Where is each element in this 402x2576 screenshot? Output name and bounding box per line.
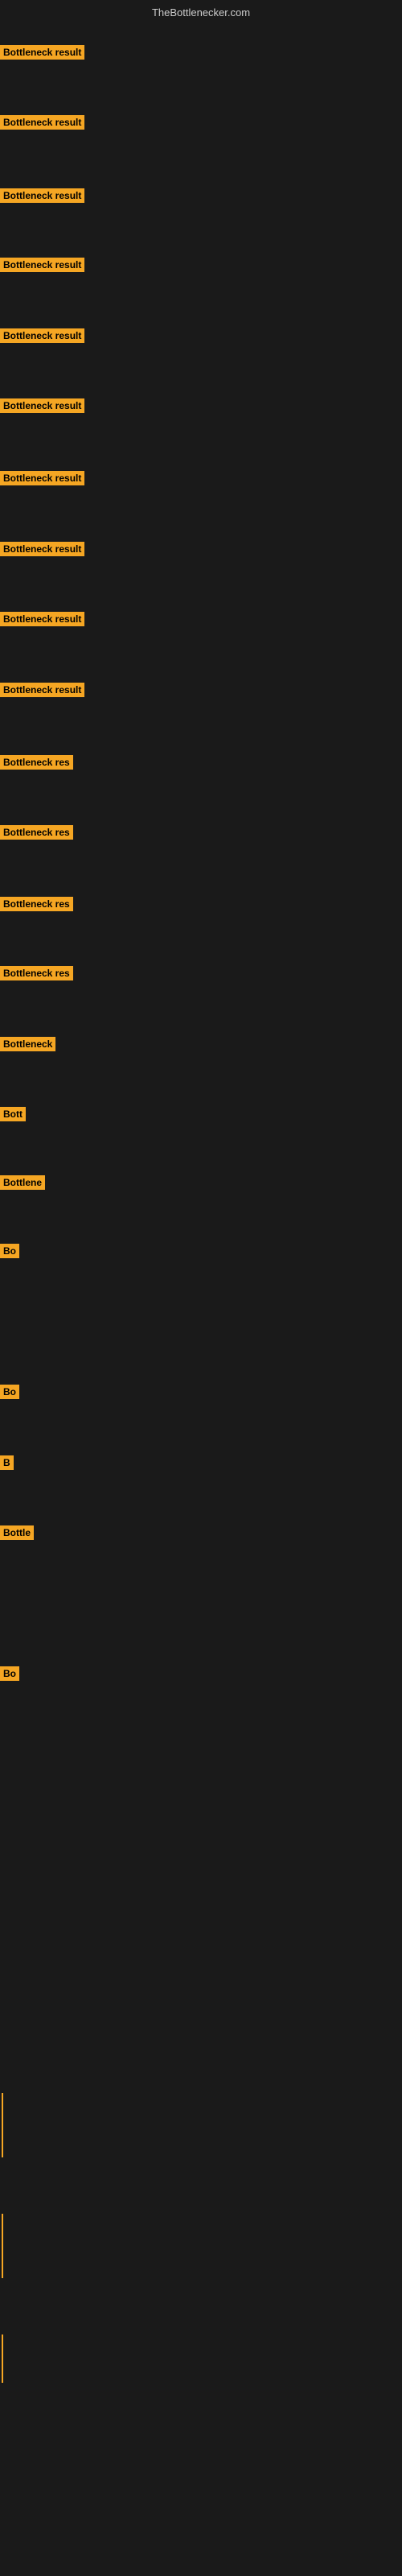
bottleneck-result-label: Bottle bbox=[0, 1525, 34, 1540]
bottleneck-result-label: Bo bbox=[0, 1385, 19, 1399]
bottleneck-result-label: Bottleneck result bbox=[0, 258, 84, 272]
bottleneck-result-label: Bottleneck res bbox=[0, 755, 73, 770]
bottleneck-result-label: Bottleneck res bbox=[0, 897, 73, 911]
bottleneck-result-label: Bottleneck result bbox=[0, 115, 84, 130]
bottleneck-result-label: Bottleneck result bbox=[0, 471, 84, 485]
vertical-line-indicator bbox=[2, 2093, 3, 2157]
bottleneck-result-label: Bottleneck res bbox=[0, 825, 73, 840]
bottleneck-result-label: Bo bbox=[0, 1244, 19, 1258]
bottleneck-result-label: Bottleneck result bbox=[0, 398, 84, 413]
bottleneck-result-label: Bott bbox=[0, 1107, 26, 1121]
bottleneck-result-label: Bottleneck result bbox=[0, 683, 84, 697]
bottleneck-result-label: Bottleneck result bbox=[0, 45, 84, 60]
bottleneck-result-label: Bottleneck result bbox=[0, 328, 84, 343]
bottleneck-result-label: Bottleneck result bbox=[0, 542, 84, 556]
vertical-line-indicator bbox=[2, 2214, 3, 2278]
bottleneck-result-label: Bottlene bbox=[0, 1175, 45, 1190]
bottleneck-result-label: B bbox=[0, 1455, 14, 1470]
vertical-line-indicator bbox=[2, 2334, 3, 2383]
bottleneck-result-label: Bottleneck result bbox=[0, 188, 84, 203]
bottleneck-result-label: Bottleneck res bbox=[0, 966, 73, 980]
bottleneck-result-label: Bottleneck result bbox=[0, 612, 84, 626]
bottleneck-result-label: Bottleneck bbox=[0, 1037, 55, 1051]
site-title: TheBottlenecker.com bbox=[0, 6, 402, 19]
bottleneck-result-label: Bo bbox=[0, 1666, 19, 1681]
